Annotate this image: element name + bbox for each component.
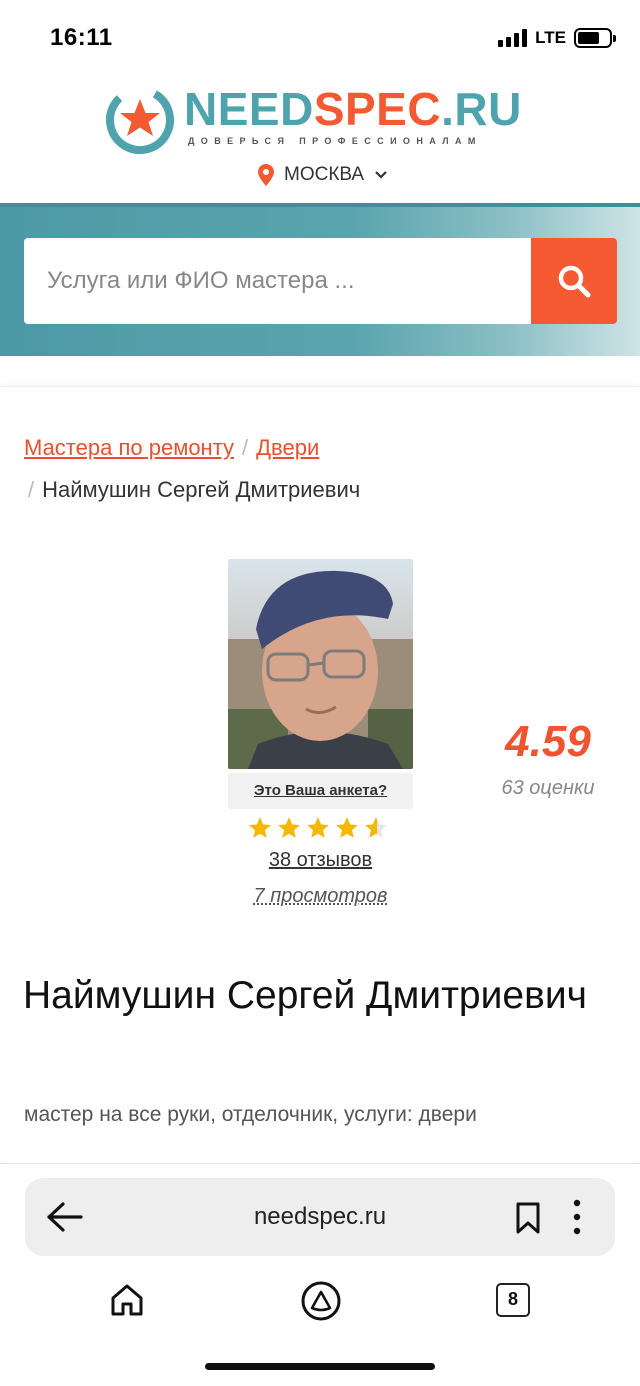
browser-address-bar[interactable]: needspec.ru (25, 1178, 615, 1256)
browser-bottom-nav: 8 (0, 1270, 640, 1334)
rating-score: 4.59 (505, 717, 591, 766)
location-pin-icon (258, 164, 274, 186)
views-count: 7 просмотров (253, 885, 388, 907)
assistant-icon[interactable] (300, 1280, 342, 1322)
tabs-count-button[interactable]: 8 (496, 1283, 530, 1317)
search-button[interactable] (531, 238, 617, 324)
logo-need: NEED (184, 83, 314, 135)
home-icon[interactable] (107, 1280, 147, 1320)
star-rating (247, 815, 389, 841)
home-indicator[interactable] (205, 1363, 435, 1370)
site-logo[interactable]: NEEDSPEC.RU ДОВЕРЬСЯ ПРОФЕССИОНАЛАМ (104, 82, 544, 158)
star-half-icon (365, 817, 387, 838)
chevron-down-icon (375, 171, 387, 179)
portrait-image (228, 559, 413, 769)
logo-spec: SPEC (313, 83, 442, 135)
status-bar: 16:11 LTE (0, 0, 640, 78)
reviews-link[interactable]: 38 отзывов (228, 849, 413, 872)
profile-card: Мастера по ремонту / Двери / Наймушин Серге… (0, 386, 640, 1166)
url-text[interactable]: needspec.ru (175, 1178, 465, 1256)
star-icon (249, 817, 271, 838)
breadcrumb: Мастера по ремонту / Двери / Наймушин Серге… (24, 427, 624, 511)
star-icon (307, 817, 329, 838)
claim-profile-button[interactable]: Это Ваша анкета? (228, 773, 413, 809)
star-icon (336, 817, 358, 838)
status-indicators: LTE (498, 28, 616, 48)
search-section: Услуга или ФИО мастера ... (0, 203, 640, 356)
breadcrumb-separator: / (28, 477, 35, 502)
rating-count: 63 оценки (501, 777, 595, 799)
master-photo[interactable] (228, 559, 413, 769)
master-name: Наймушин Сергей Дмитриевич (23, 974, 587, 1017)
battery-icon (574, 28, 616, 48)
breadcrumb-current: Наймушин Сергей Дмитриевич (42, 477, 361, 502)
city-name: МОСКВА (284, 164, 365, 185)
logo-wordmark: NEEDSPEC.RU (184, 86, 522, 132)
star-icon (278, 817, 300, 838)
breadcrumb-link-repair[interactable]: Мастера по ремонту (24, 435, 234, 460)
search-icon (558, 265, 591, 298)
status-time: 16:11 (50, 24, 113, 51)
back-arrow-icon[interactable] (45, 1200, 85, 1234)
network-type: LTE (535, 28, 566, 47)
search-input[interactable]: Услуга или ФИО мастера ... (24, 238, 531, 324)
logo-tagline: ДОВЕРЬСЯ ПРОФЕССИОНАЛАМ (188, 136, 482, 146)
signal-icon (498, 29, 528, 47)
more-menu-icon[interactable] (569, 1198, 585, 1236)
city-selector[interactable]: МОСКВА (258, 164, 388, 186)
master-specialization: мастер на все руки, отделочник, услуги: … (24, 1103, 477, 1126)
divider (0, 1163, 640, 1164)
breadcrumb-separator: / (242, 435, 249, 460)
logo-ru: .RU (441, 83, 522, 135)
bookmark-icon[interactable] (515, 1202, 541, 1234)
breadcrumb-link-doors[interactable]: Двери (256, 435, 319, 460)
star-emblem-icon (106, 86, 174, 154)
